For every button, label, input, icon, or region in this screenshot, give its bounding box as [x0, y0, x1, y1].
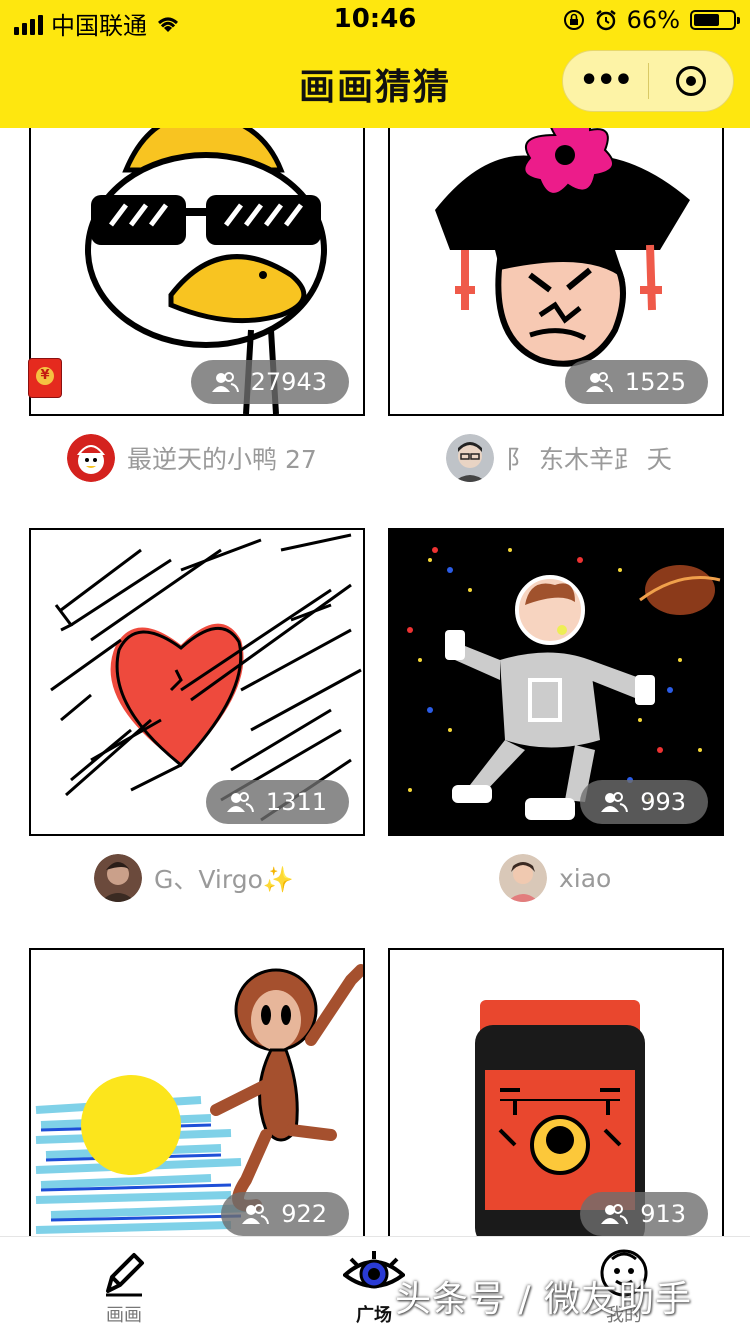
view-count: 993 — [640, 788, 686, 816]
drawing-card[interactable]: 913 — [388, 948, 724, 1236]
author-info[interactable]: G、Virgo✨ — [94, 854, 294, 902]
author-name: G、Virgo✨ — [154, 865, 295, 894]
people-icon — [600, 792, 629, 812]
people-icon — [211, 372, 239, 392]
view-count: 913 — [640, 1200, 686, 1228]
avatar — [94, 854, 142, 902]
watermark: 头条号 / 微友助手 — [395, 1279, 693, 1320]
battery-percent: 66% — [626, 6, 680, 34]
tab-draw[interactable]: 画画 — [54, 1247, 194, 1327]
close-mini-program-button[interactable] — [649, 66, 734, 96]
drawing-feed[interactable]: 27943 ¥ 1525 最逆天的小鸭 27 阝 东木辛𧾷 夭 1311 993… — [0, 128, 750, 1236]
author-info[interactable]: 阝 东木辛𧾷 夭 — [446, 434, 672, 482]
avatar — [446, 434, 494, 482]
people-icon — [226, 792, 254, 812]
view-count: 1311 — [265, 788, 327, 816]
author-name: 阝 东木辛𧾷 夭 — [506, 445, 672, 474]
drawing-card[interactable]: 1525 — [388, 128, 724, 416]
view-count-badge: 27943 — [190, 360, 349, 404]
author-info[interactable]: 最逆天的小鸭 27 — [67, 434, 317, 482]
drawing-card[interactable]: 993 — [388, 528, 724, 836]
orientation-lock-icon — [563, 10, 584, 30]
view-count: 27943 — [250, 368, 327, 396]
people-icon — [600, 1204, 629, 1224]
target-icon — [675, 66, 706, 96]
drawing-card[interactable]: 27943 — [29, 128, 365, 416]
tab-label: 画画 — [106, 1305, 142, 1326]
view-count-badge: 1311 — [205, 780, 349, 824]
avatar — [67, 434, 115, 482]
view-count-badge: 1525 — [564, 360, 708, 404]
more-menu-button[interactable]: ••• — [563, 66, 648, 96]
avatar — [499, 854, 547, 902]
drawing-card[interactable]: 1311 — [29, 528, 365, 836]
battery-icon — [690, 10, 740, 30]
alarm-icon — [595, 10, 616, 31]
people-icon — [585, 372, 613, 392]
view-count-badge: 913 — [580, 1192, 708, 1236]
author-name: xiao — [559, 863, 612, 893]
drawing-card[interactable]: 922 — [29, 948, 365, 1236]
view-count-badge: 922 — [221, 1192, 349, 1236]
status-bar: 中国联通 10:46 66% — [0, 0, 750, 40]
view-count: 922 — [281, 1200, 327, 1228]
red-packet-icon[interactable]: ¥ — [28, 358, 62, 398]
pencil-icon — [106, 1253, 144, 1297]
view-count-badge: 993 — [580, 780, 708, 824]
view-count: 1525 — [624, 368, 686, 396]
nav-bar: 画画猜猜 ••• — [0, 40, 750, 128]
people-icon — [241, 1204, 270, 1224]
author-info[interactable]: xiao — [499, 854, 611, 902]
author-name: 最逆天的小鸭 27 — [127, 445, 317, 474]
mini-program-capsule: ••• — [562, 50, 734, 112]
